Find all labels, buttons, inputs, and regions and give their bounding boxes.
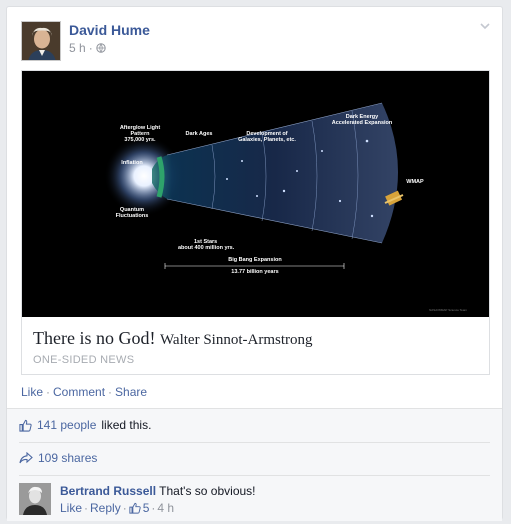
- link-preview-image[interactable]: Afterglow Light Pattern 375,000 yrs. Dar…: [22, 71, 489, 317]
- chevron-down-icon[interactable]: [478, 19, 492, 33]
- comment-separator: ·: [84, 501, 89, 515]
- comment-timestamp[interactable]: 4 h: [157, 501, 174, 515]
- meta-separator: ·: [88, 41, 93, 55]
- post-actions: Like · Comment · Share: [21, 385, 147, 399]
- link-title-subtitle[interactable]: Walter Sinnot-Armstrong: [160, 332, 313, 348]
- author-avatar[interactable]: [21, 21, 61, 61]
- img-label-age: 13.77 billion years: [231, 269, 278, 275]
- link-title[interactable]: There is no God! Walter Sinnot-Armstrong: [33, 328, 313, 349]
- share-arrow-icon: [19, 452, 33, 464]
- comment-separator: ·: [122, 501, 127, 515]
- post-meta: 5 h ·: [69, 41, 106, 55]
- link-source: ONE-SIDED NEWS: [33, 354, 135, 366]
- img-label-first-stars-2: about 400 million yrs.: [178, 245, 235, 251]
- post-card: David Hume 5 h · Afterglow Light Pattern…: [6, 6, 503, 521]
- shares-count-link[interactable]: 109 shares: [38, 451, 97, 465]
- comment-separator: ·: [151, 501, 156, 515]
- thumbs-up-icon: [19, 419, 32, 432]
- likes-summary: 141 people liked this.: [19, 418, 151, 432]
- feedback-panel: 141 people liked this. 109 shares Bertra…: [7, 408, 502, 521]
- action-separator: ·: [108, 385, 113, 399]
- action-separator: ·: [46, 385, 51, 399]
- comment-author[interactable]: Bertrand Russell: [60, 484, 156, 498]
- universe-timeline-illustration: Afterglow Light Pattern 375,000 yrs. Dar…: [22, 71, 489, 317]
- portrait-icon: [19, 483, 51, 515]
- divider: [19, 442, 490, 443]
- img-label-wmap: WMAP: [406, 179, 424, 185]
- img-label-quantum-2: Fluctuations: [116, 213, 149, 219]
- comment: Bertrand Russell That's so obvious!: [60, 484, 256, 498]
- comment-link[interactable]: Comment: [53, 385, 105, 399]
- commenter-avatar[interactable]: [19, 483, 51, 515]
- img-label-development-2: Galaxies, Planets, etc.: [238, 137, 296, 143]
- likes-text: liked this.: [101, 418, 152, 432]
- img-label-inflation: Inflation: [121, 160, 143, 166]
- comment-actions: Like · Reply · 5 · 4 h: [60, 501, 174, 515]
- globe-icon: [95, 43, 106, 53]
- comment-reply-link[interactable]: Reply: [90, 501, 121, 515]
- link-title-main[interactable]: There is no God!: [33, 328, 155, 348]
- comment-text: That's so obvious!: [159, 484, 256, 498]
- like-link[interactable]: Like: [21, 385, 43, 399]
- img-label-afterglow-3: 375,000 yrs.: [124, 137, 156, 143]
- comment-likes-count[interactable]: 5: [143, 501, 150, 515]
- shares-summary: 109 shares: [19, 451, 97, 465]
- share-link[interactable]: Share: [115, 385, 147, 399]
- portrait-icon: [22, 22, 60, 60]
- shared-link-card[interactable]: Afterglow Light Pattern 375,000 yrs. Dar…: [21, 70, 490, 375]
- thumbs-up-icon: [129, 502, 141, 514]
- img-credit: NASA/WMAP Science Team: [429, 308, 467, 312]
- img-label-big-bang: Big Bang Expansion: [228, 257, 282, 263]
- likes-count-link[interactable]: 141 people: [37, 418, 96, 432]
- post-timestamp[interactable]: 5 h: [69, 41, 86, 55]
- divider: [19, 475, 490, 476]
- post-author-name[interactable]: David Hume: [69, 22, 150, 38]
- img-label-dark-ages: Dark Ages: [185, 131, 212, 137]
- comment-like-link[interactable]: Like: [60, 501, 82, 515]
- img-label-dark-energy-2: Accelerated Expansion: [332, 120, 393, 126]
